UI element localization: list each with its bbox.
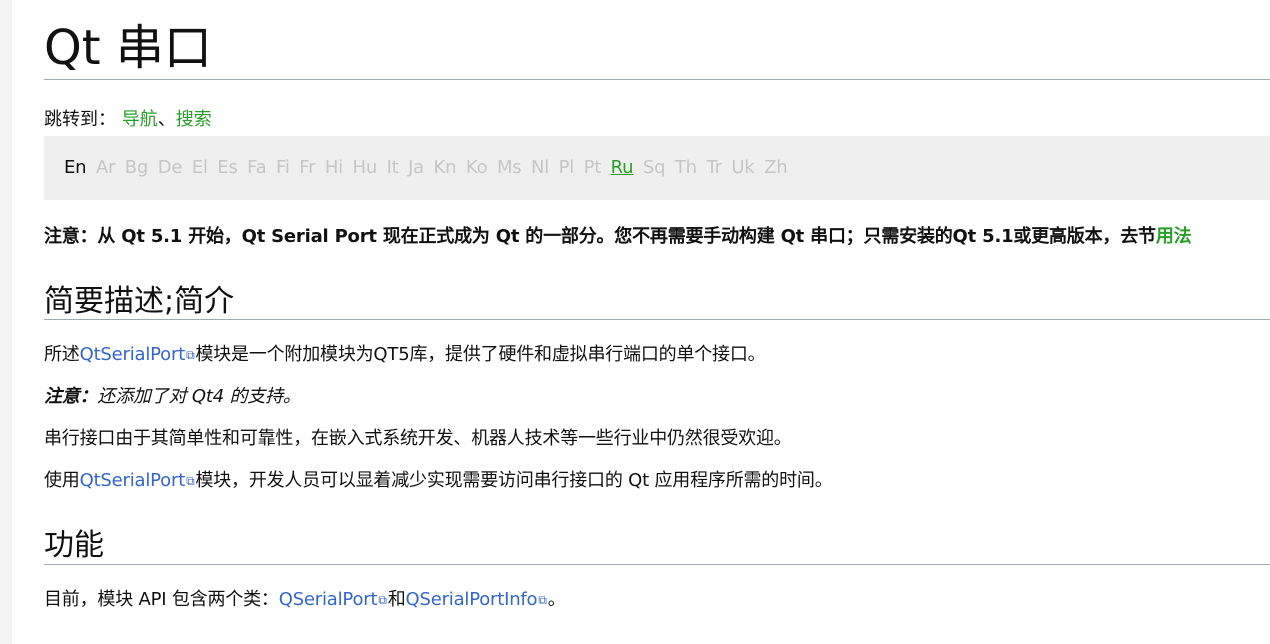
jump-to: 跳转到： 导航、搜索	[44, 108, 212, 132]
text: 目前，模块 API 包含两个类：	[44, 589, 279, 610]
section-heading-features: 功能	[44, 528, 104, 563]
text: 模块，开发人员可以显着减少实现需要访问串行接口的 Qt 应用程序所需的时间。	[195, 470, 833, 491]
qtserialport-link[interactable]: QtSerialPort⧉	[80, 344, 196, 365]
language-list: En Ar Bg De El Es Fa Fi Fr Hi Hu It Ja K…	[64, 156, 791, 180]
language-item-fr: Fr	[299, 157, 316, 178]
language-item-ms: Ms	[496, 157, 522, 178]
text: 和	[387, 589, 406, 610]
language-bar: En Ar Bg De El Es Fa Fi Fr Hi Hu It Ja K…	[44, 136, 1270, 200]
language-item-nl: Nl	[531, 157, 550, 178]
language-item-pt: Pt	[583, 157, 602, 178]
title-divider	[44, 79, 1270, 80]
page-title: Qt 串口	[44, 20, 212, 76]
language-item-uk: Uk	[731, 157, 755, 178]
language-item-hu: Hu	[352, 157, 378, 178]
note-text: 还添加了对 Qt4 的支持。	[97, 386, 301, 407]
language-item-th: Th	[674, 157, 697, 178]
notice: 注意：从 Qt 5.1 开始，Qt Serial Port 现在正式成为 Qt …	[44, 224, 1192, 250]
jump-search-link[interactable]: 搜索	[176, 109, 212, 130]
language-item-ko: Ko	[465, 157, 488, 178]
text: 模块是一个附加模块为QT5库，提供了硬件和虚拟串行端口的单个接口。	[195, 344, 766, 365]
language-item-bg: Bg	[124, 157, 149, 178]
link-text: QtSerialPort	[79, 344, 186, 365]
section-divider	[44, 319, 1270, 320]
paragraph: 使用QtSerialPort⧉模块，开发人员可以显着减少实现需要访问串行接口的 …	[44, 468, 833, 494]
usage-link[interactable]: 用法	[1156, 226, 1192, 247]
note-label: 注意：	[44, 386, 98, 407]
section-divider	[44, 564, 1270, 565]
paragraph: 串行接口由于其简单性和可靠性，在嵌入式系统开发、机器人技术等一些行业中仍然很受欢…	[44, 428, 792, 449]
page: Qt 串口 跳转到： 导航、搜索 En Ar Bg De El Es Fa Fi…	[12, 0, 1270, 644]
link-text: QSerialPort	[278, 589, 378, 610]
qserialportinfo-link[interactable]: QSerialPortInfo⧉	[406, 589, 548, 610]
language-item-pl: Pl	[558, 157, 575, 178]
language-item-fi: Fi	[276, 157, 290, 178]
paragraph-note: 注意：还添加了对 Qt4 的支持。	[44, 384, 301, 410]
paragraph: 所述QtSerialPort⧉模块是一个附加模块为QT5库，提供了硬件和虚拟串行…	[44, 342, 766, 368]
text: 使用	[44, 470, 80, 491]
text: 。	[547, 589, 566, 610]
external-link-icon: ⧉	[186, 474, 195, 488]
section-heading-summary: 简要描述;简介	[44, 284, 235, 319]
language-item-ru[interactable]: Ru	[611, 157, 634, 178]
language-item-de: De	[157, 157, 183, 178]
notice-text: 注意：从 Qt 5.1 开始，Qt Serial Port 现在正式成为 Qt …	[44, 226, 1156, 247]
language-item-kn: Kn	[433, 157, 457, 178]
jump-separator: 、	[157, 109, 176, 130]
jump-nav-link[interactable]: 导航	[122, 109, 158, 130]
language-item-el: El	[191, 157, 208, 178]
language-current: En	[64, 157, 87, 178]
paragraph: 目前，模块 API 包含两个类：QSerialPort⧉和QSerialPort…	[44, 587, 566, 613]
link-text: QSerialPortInfo	[405, 589, 538, 610]
qserialport-link[interactable]: QSerialPort⧉	[279, 589, 388, 610]
external-link-icon: ⧉	[538, 593, 547, 607]
language-item-ja: Ja	[408, 157, 425, 178]
language-item-es: Es	[217, 157, 238, 178]
external-link-icon: ⧉	[186, 348, 195, 362]
jump-label: 跳转到：	[44, 109, 116, 130]
language-item-hi: Hi	[324, 157, 343, 178]
language-item-fa: Fa	[247, 157, 267, 178]
qtserialport-link[interactable]: QtSerialPort⧉	[80, 470, 196, 491]
language-item-tr: Tr	[706, 157, 722, 178]
language-item-it: It	[386, 157, 399, 178]
language-item-sq: Sq	[642, 157, 666, 178]
link-text: QtSerialPort	[79, 470, 186, 491]
external-link-icon: ⧉	[378, 593, 387, 607]
text: 所述	[44, 344, 80, 365]
language-item-ar: Ar	[95, 157, 116, 178]
language-item-zh: Zh	[764, 157, 788, 178]
